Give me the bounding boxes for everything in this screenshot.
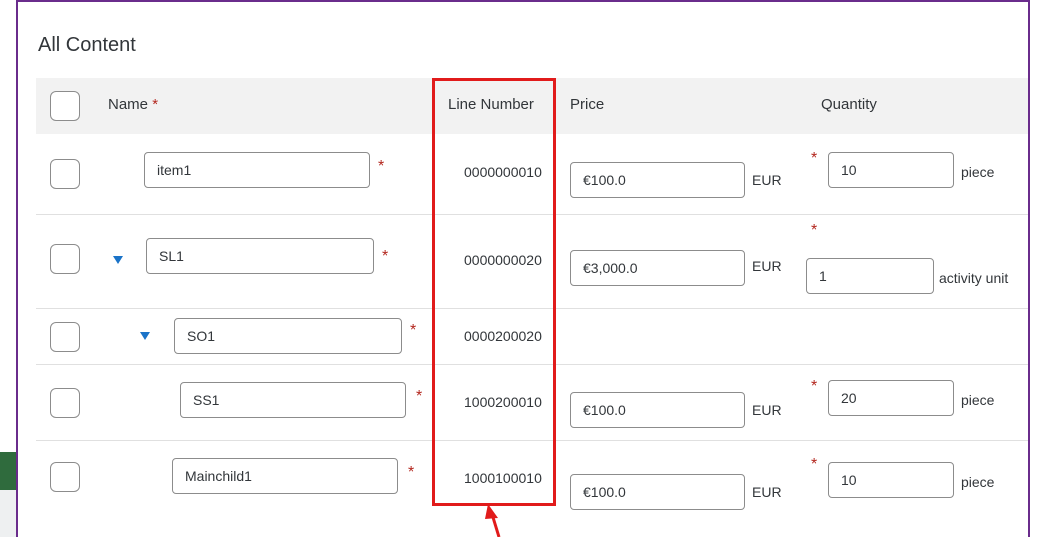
quantity-input[interactable]: 20 bbox=[828, 380, 954, 416]
row-checkbox[interactable] bbox=[50, 244, 80, 274]
line-number-highlight-box bbox=[432, 78, 556, 506]
expand-triangle-icon[interactable] bbox=[113, 256, 123, 264]
row-checkbox[interactable] bbox=[50, 322, 80, 352]
unit-label: activity unit bbox=[939, 270, 1009, 286]
price-input[interactable]: €3,000.0 bbox=[570, 250, 745, 286]
row-checkbox[interactable] bbox=[50, 462, 80, 492]
name-input[interactable]: item1 bbox=[144, 152, 370, 188]
row-checkbox[interactable] bbox=[50, 159, 80, 189]
name-input[interactable]: Mainchild1 bbox=[172, 458, 398, 494]
unit-label: piece bbox=[961, 474, 995, 490]
quantity-input[interactable]: 10 bbox=[828, 152, 954, 188]
required-marker: * bbox=[408, 464, 415, 481]
expand-triangle-icon[interactable] bbox=[140, 332, 150, 340]
unit-label: piece bbox=[961, 392, 995, 408]
column-header-price[interactable]: Price bbox=[570, 96, 604, 113]
name-input[interactable]: SL1 bbox=[146, 238, 374, 274]
currency-label: EUR bbox=[752, 172, 782, 188]
required-marker: * bbox=[378, 158, 385, 175]
required-marker: * bbox=[416, 388, 423, 405]
required-marker: * bbox=[811, 150, 818, 167]
price-input[interactable]: €100.0 bbox=[570, 392, 745, 428]
name-input[interactable]: SS1 bbox=[180, 382, 406, 418]
required-marker: * bbox=[811, 456, 818, 473]
required-marker: * bbox=[410, 322, 417, 339]
price-input[interactable]: €100.0 bbox=[570, 474, 745, 510]
column-header-name-label: Name bbox=[108, 96, 149, 113]
currency-label: EUR bbox=[752, 402, 782, 418]
column-header-name[interactable]: Name * bbox=[108, 96, 158, 113]
name-input[interactable]: SO1 bbox=[174, 318, 402, 354]
required-marker: * bbox=[382, 248, 389, 265]
section-title: All Content bbox=[38, 34, 136, 56]
unit-label: piece bbox=[961, 164, 995, 180]
background-gray-strip bbox=[0, 490, 16, 537]
background-green-strip bbox=[0, 452, 16, 490]
price-input[interactable]: €100.0 bbox=[570, 162, 745, 198]
currency-label: EUR bbox=[752, 484, 782, 500]
required-marker: * bbox=[811, 222, 818, 239]
required-marker: * bbox=[811, 378, 818, 395]
currency-label: EUR bbox=[752, 258, 782, 274]
required-marker: * bbox=[152, 96, 159, 113]
quantity-input[interactable]: 10 bbox=[828, 462, 954, 498]
quantity-input[interactable]: 1 bbox=[806, 258, 934, 294]
select-all-checkbox[interactable] bbox=[50, 91, 80, 121]
row-checkbox[interactable] bbox=[50, 388, 80, 418]
column-header-quantity[interactable]: Quantity bbox=[821, 96, 877, 113]
